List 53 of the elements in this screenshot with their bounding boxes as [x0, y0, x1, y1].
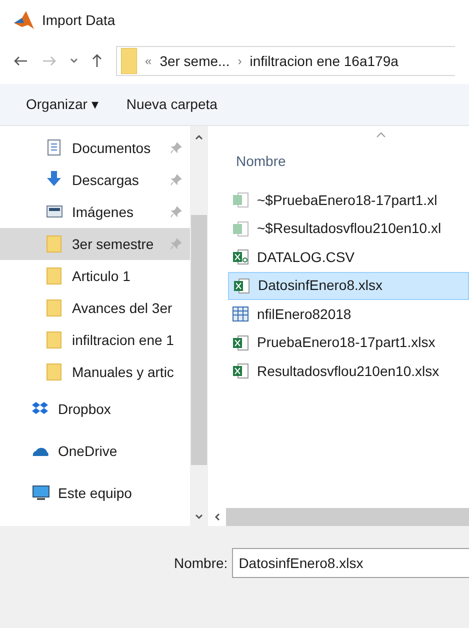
file-row[interactable]: nfilEnero82018 [228, 300, 469, 328]
file-row[interactable]: PruebaEnero18-17part1.xlsx [228, 328, 469, 357]
sidebar-item[interactable]: Manuales y artic [0, 356, 190, 388]
scroll-left-icon[interactable] [214, 513, 220, 521]
spreadsheet-icon [232, 220, 250, 238]
monitor-icon [32, 484, 50, 502]
chevron-down-icon[interactable] [70, 58, 78, 64]
file-row[interactable]: ~$PruebaEnero18-17part1.xl [228, 186, 469, 214]
folder-icon [46, 267, 64, 285]
filename-label: Nombre: [174, 554, 228, 573]
data-file-icon [232, 305, 250, 324]
spreadsheet-icon [232, 334, 250, 352]
folder-icon [46, 299, 64, 317]
spreadsheet-icon [232, 248, 250, 266]
column-header[interactable]: Nombre [236, 151, 286, 172]
sidebar-item[interactable]: Este equipo [0, 472, 190, 514]
file-row[interactable]: Resultadosvflou210en10.xlsx [228, 357, 469, 386]
sidebar-item[interactable]: 3er semestre [0, 228, 190, 260]
up-icon[interactable] [92, 54, 102, 68]
file-row[interactable]: DATALOG.CSV [228, 243, 469, 272]
new-folder-button[interactable]: Nueva carpeta [126, 94, 218, 115]
window-title: Import Data [42, 10, 116, 30]
scroll-down-icon[interactable] [195, 514, 203, 520]
breadcrumb[interactable]: infiltracion ene 16a179a [250, 50, 398, 72]
address-bar[interactable]: « 3er seme... › infiltracion ene 16a179a [116, 46, 455, 76]
horizontal-scrollbar[interactable] [226, 508, 469, 526]
spreadsheet-icon [232, 362, 250, 380]
back-icon[interactable] [14, 56, 28, 66]
breadcrumb[interactable]: 3er seme... [160, 50, 230, 72]
folder-icon [46, 235, 64, 253]
file-row[interactable]: ~$Resultadosvflou210en10.xl [228, 214, 469, 243]
spreadsheet-icon [232, 191, 250, 210]
scroll-up-icon[interactable] [195, 134, 203, 140]
scrollbar[interactable] [190, 126, 208, 526]
folder-icon [46, 363, 64, 381]
app-logo-icon [14, 11, 34, 29]
sidebar-item[interactable]: OneDrive [0, 430, 190, 472]
sidebar-item[interactable]: infiltracion ene 1 [0, 324, 190, 356]
sidebar-item[interactable]: Documentos [0, 132, 190, 164]
folder-icon [121, 48, 137, 74]
spreadsheet-icon [233, 276, 251, 295]
breadcrumb-separator[interactable]: « [145, 52, 152, 70]
scroll-thumb[interactable] [191, 215, 207, 465]
sidebar-item[interactable]: Imágenes [0, 196, 190, 228]
filename-field[interactable]: DatosinfEnero8.xlsx [232, 548, 469, 578]
sidebar-item[interactable]: Dropbox [0, 388, 190, 430]
file-row[interactable]: DatosinfEnero8.xlsx [228, 272, 469, 300]
organize-menu[interactable]: Organizar ▾ [26, 94, 98, 115]
sidebar-item[interactable]: Articulo 1 [0, 260, 190, 292]
sidebar-item[interactable]: Avances del 3er [0, 292, 190, 324]
breadcrumb-separator[interactable]: › [238, 52, 242, 70]
folder-icon [46, 331, 64, 349]
sidebar-item[interactable]: Descargas [0, 164, 190, 196]
